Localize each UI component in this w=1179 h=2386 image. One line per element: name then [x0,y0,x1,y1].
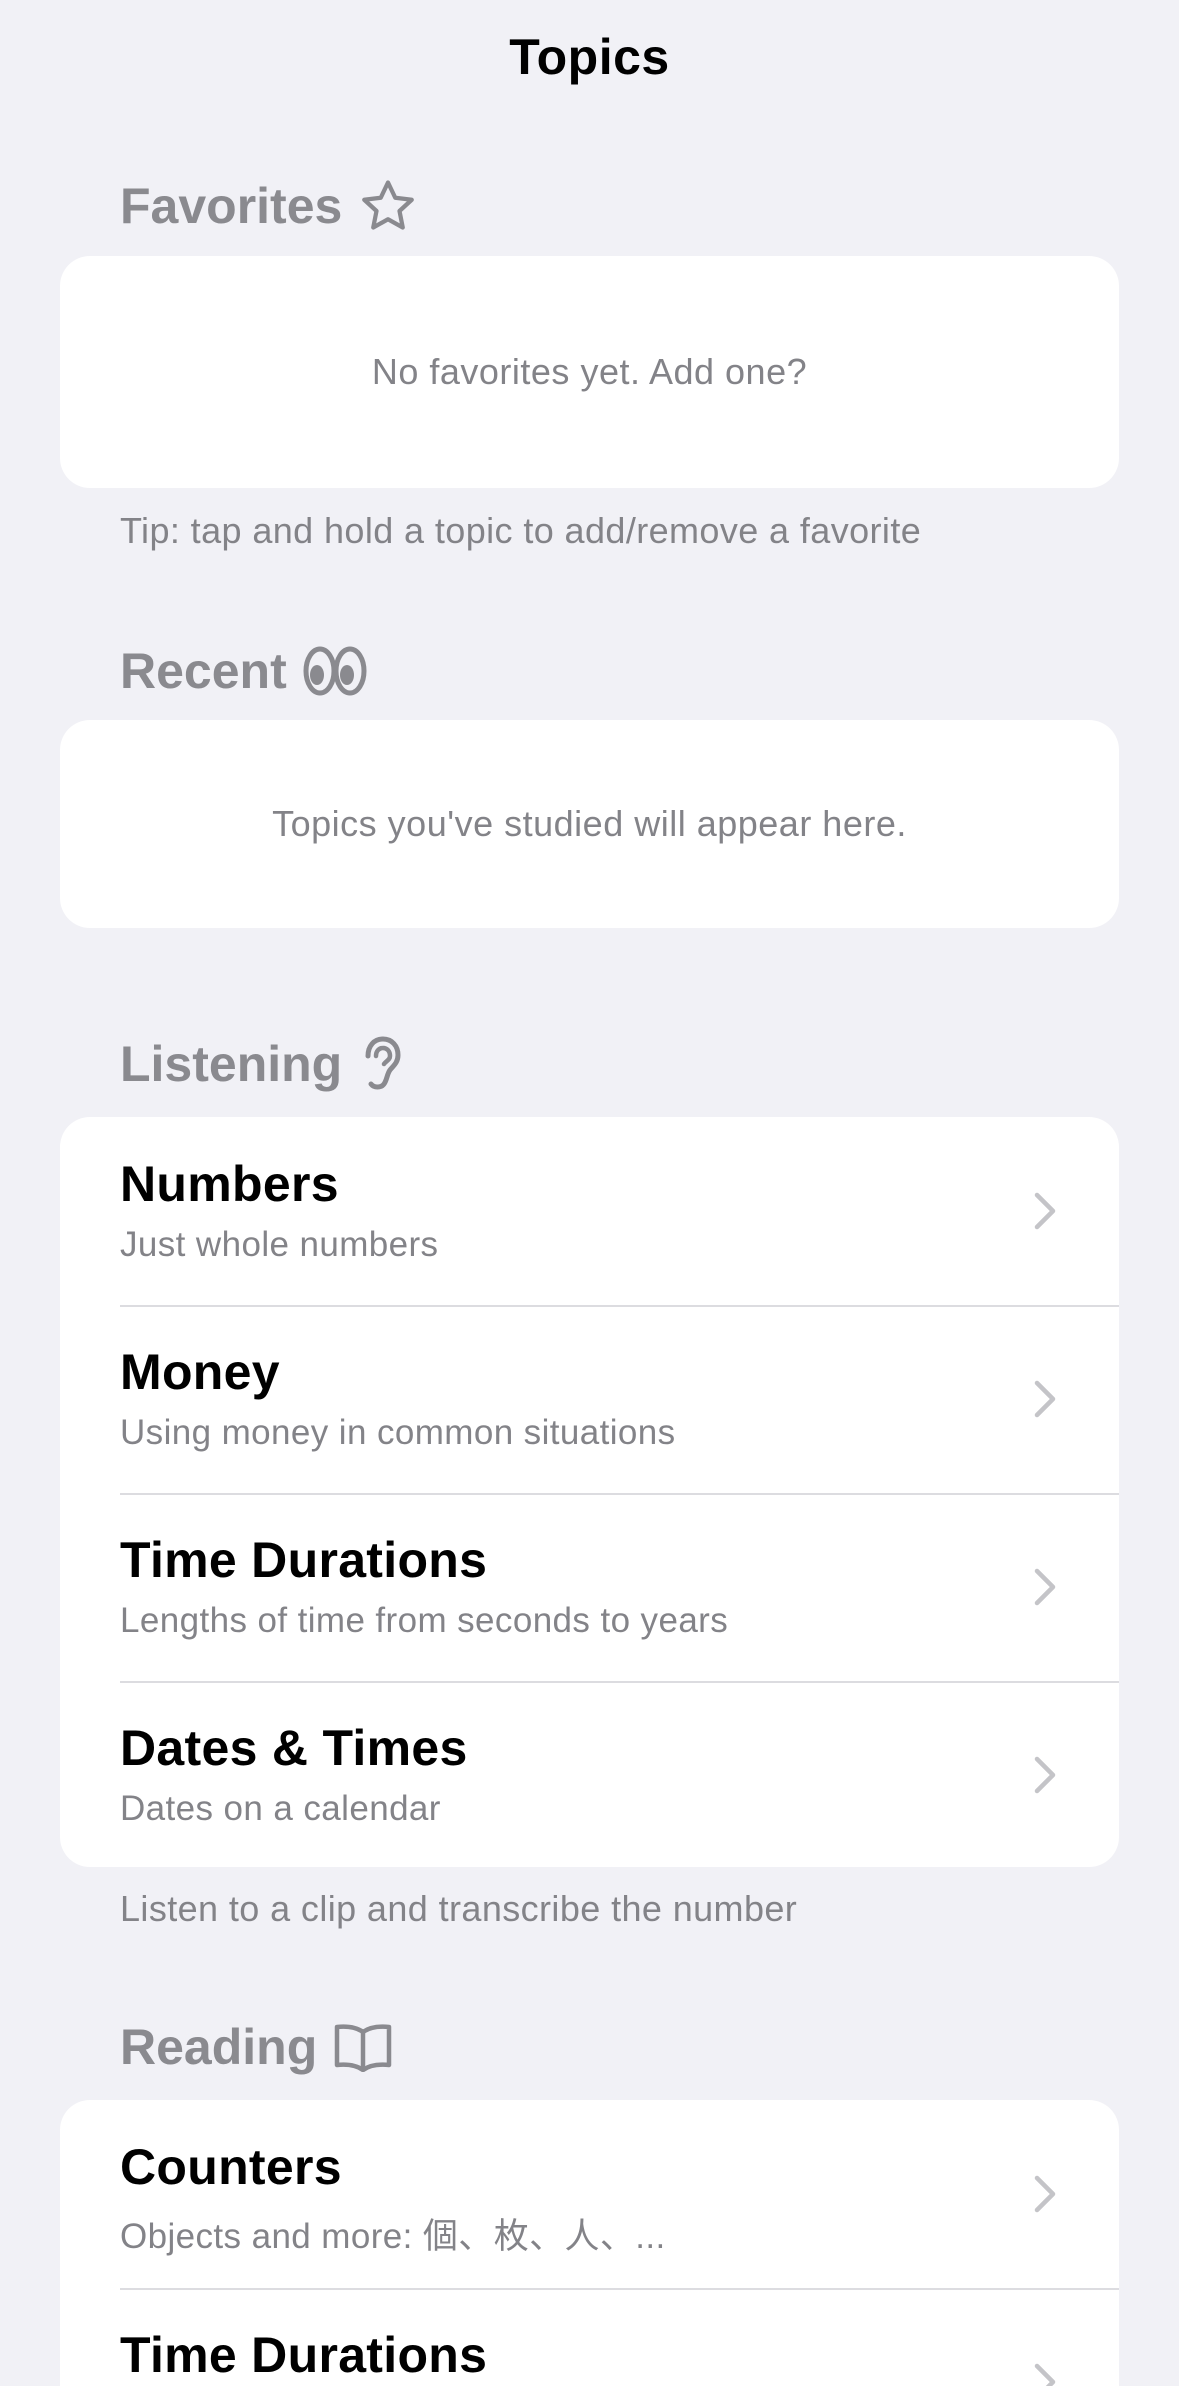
topic-subtitle: Using money in common situations [120,1413,676,1452]
list-item[interactable]: Time Durations [60,2288,1119,2386]
chevron-right-icon [1034,1192,1056,1230]
recent-header-label: Recent [120,643,287,699]
topic-title: Numbers [120,1156,339,1212]
reading-header: Reading [120,2018,393,2076]
favorites-card: No favorites yet. Add one? [60,256,1119,488]
topic-title: Counters [120,2139,342,2195]
list-item[interactable]: Numbers Just whole numbers [60,1117,1119,1305]
favorites-empty-text[interactable]: No favorites yet. Add one? [60,256,1119,488]
star-icon [362,180,415,230]
topic-title: Time Durations [120,1532,488,1588]
list-item[interactable]: Dates & Times Dates on a calendar [60,1681,1119,1867]
list-item[interactable]: Time Durations Lengths of time from seco… [60,1493,1119,1681]
listening-header-label: Listening [120,1036,343,1092]
list-item[interactable]: Money Using money in common situations [60,1305,1119,1493]
chevron-right-icon [1034,2363,1056,2386]
listening-header: Listening [120,1034,406,1094]
recent-header: Recent [120,642,367,700]
list-item[interactable]: Counters Objects and more: 個、枚、人、... [60,2100,1119,2288]
topics-screen: Topics Favorites No favorites yet. Add o… [0,0,1179,2386]
chevron-right-icon [1034,1756,1056,1794]
topic-subtitle: Lengths of time from seconds to years [120,1601,729,1640]
reading-card: Counters Objects and more: 個、枚、人、... Tim… [60,2100,1119,2386]
chevron-right-icon [1034,1568,1056,1606]
ear-icon [365,1036,401,1090]
book-icon [335,2024,392,2072]
listening-footer: Listen to a clip and transcribe the numb… [120,1888,798,1929]
chevron-right-icon [1034,2175,1056,2213]
topic-subtitle: Objects and more: 個、枚、人、... [120,2217,666,2256]
favorites-tip: Tip: tap and hold a topic to add/remove … [120,510,922,551]
favorites-header: Favorites [120,176,418,236]
recent-empty-text: Topics you've studied will appear here. [272,803,907,844]
topic-title: Dates & Times [120,1720,468,1776]
page-title: Topics [509,29,670,85]
reading-header-label: Reading [120,2019,318,2075]
chevron-right-icon [1034,1380,1056,1418]
eyes-icon [303,646,367,696]
topic-title: Money [120,1344,280,1400]
recent-card: Topics you've studied will appear here. [60,720,1119,928]
topic-subtitle: Dates on a calendar [120,1789,441,1828]
favorites-header-label: Favorites [120,178,343,234]
topic-subtitle: Just whole numbers [120,1225,439,1264]
listening-card: Numbers Just whole numbers Money Using m… [60,1117,1119,1867]
topic-title: Time Durations [120,2327,488,2383]
